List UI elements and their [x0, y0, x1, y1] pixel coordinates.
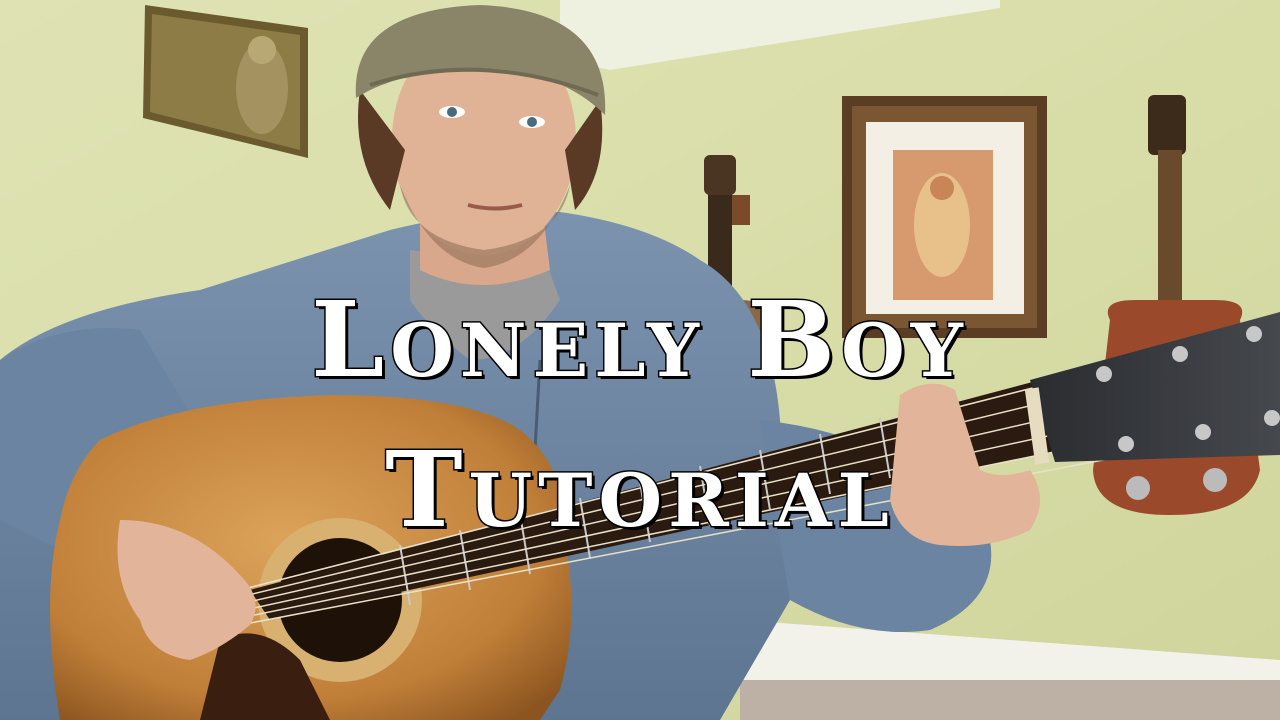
- video-thumbnail: Lonely Boy Tutorial: [0, 0, 1280, 720]
- title-line-1: Lonely Boy: [310, 278, 969, 401]
- title-line-2: Tutorial: [384, 428, 895, 551]
